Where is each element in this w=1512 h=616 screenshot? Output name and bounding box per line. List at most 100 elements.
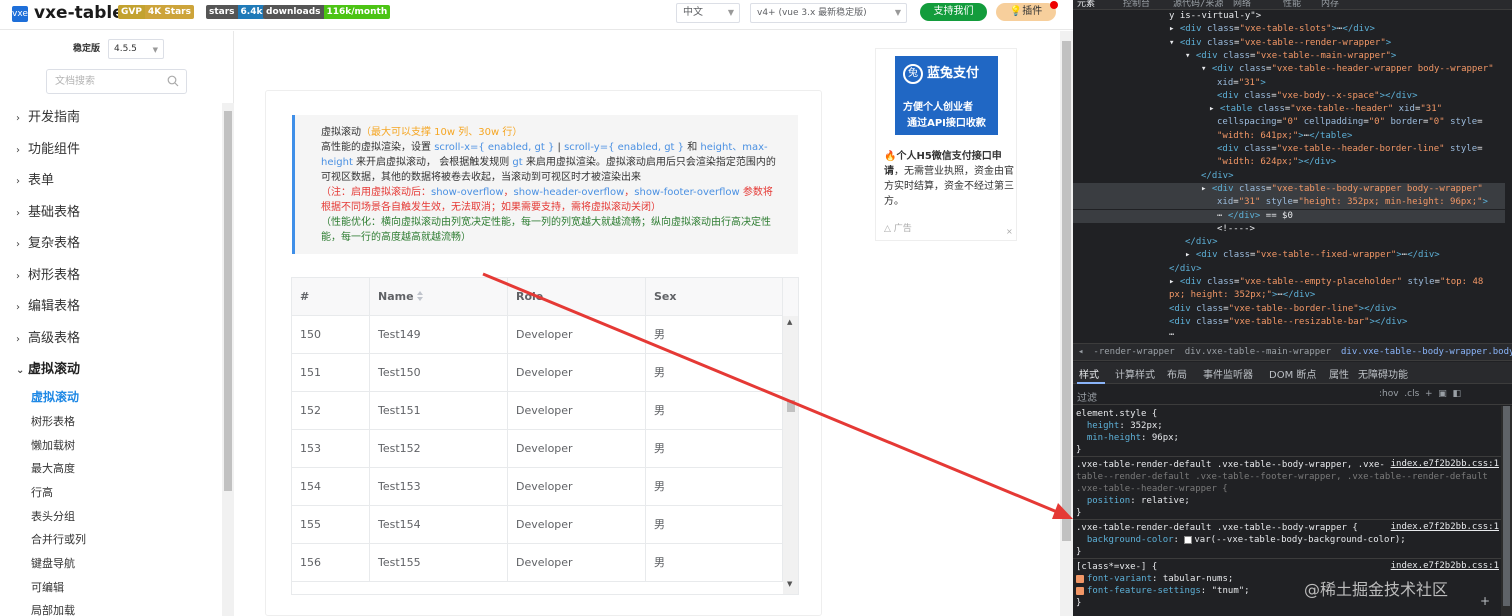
nav-item-advanced-table[interactable]: › 高级表格 — [16, 330, 80, 348]
version-select[interactable]: v4+ (vue 3.x 最新稳定版) ▼ — [750, 3, 907, 23]
styles-tab[interactable]: 属性 — [1329, 366, 1349, 381]
dom-node-line[interactable]: ▾ <div class="vxe-table--header-wrapper … — [1073, 63, 1505, 76]
cell-sex[interactable]: 男 — [646, 544, 783, 582]
cell-name[interactable]: Test151 — [370, 392, 508, 430]
cell-name[interactable]: Test149 — [370, 316, 508, 354]
nav-item-virtual-scroll[interactable]: ⌄ 虚拟滚动 — [16, 361, 80, 379]
nav-item-guide[interactable]: › 开发指南 — [16, 109, 80, 127]
css-property-value[interactable]: relative; — [1141, 496, 1190, 506]
dom-node-line[interactable]: </div> — [1073, 236, 1505, 249]
column-header-seq[interactable]: # — [292, 278, 370, 316]
logo-text[interactable]: vxe-table — [34, 2, 124, 24]
cell-seq[interactable]: 152 — [292, 392, 370, 430]
css-property-name[interactable]: position — [1087, 496, 1130, 506]
downloads-badge[interactable]: downloads 116k/month — [263, 5, 391, 19]
css-source-link[interactable]: index.e7f2b2bb.css:1 — [1391, 459, 1499, 469]
css-property-name[interactable]: font-feature-settings — [1087, 586, 1201, 596]
css-selector[interactable]: table--render-default .vxe-table--footer… — [1076, 471, 1488, 483]
styles-scrollbar[interactable] — [1501, 406, 1512, 616]
css-property-value[interactable]: tabular-nums; — [1163, 574, 1233, 584]
css-selector[interactable]: .vxe-table-render-default .vxe-table--bo… — [1076, 459, 1385, 471]
doc-search[interactable] — [46, 69, 187, 94]
dom-node-line[interactable]: <!----> — [1073, 223, 1505, 236]
css-property-value[interactable]: var(--vxe-table-body-background-color); — [1194, 535, 1405, 545]
cell-seq[interactable]: 155 — [292, 506, 370, 544]
checkbox-icon[interactable] — [1076, 574, 1084, 583]
table-row[interactable]: 155 Test154 Developer 男 — [292, 506, 783, 544]
table-row[interactable]: 156 Test155 Developer 男 — [292, 544, 783, 582]
devtools-tab[interactable]: 源代码/来源 — [1173, 0, 1223, 9]
cell-role[interactable]: Developer — [508, 544, 646, 582]
dom-node-line[interactable]: ⋯ — [1073, 329, 1505, 342]
css-source-link[interactable]: index.e7f2b2bb.css:1 — [1391, 522, 1499, 532]
ad-text[interactable]: 🔥个人H5微信支付接口申请，无需营业执照，资金由官方实时结算，资金不经过第三方。 — [884, 149, 1014, 209]
sub-item-row-height[interactable]: 行高 — [31, 485, 53, 501]
sub-item-merge-cells[interactable]: 合并行或列 — [31, 532, 86, 548]
sort-icon[interactable] — [416, 290, 424, 302]
sidebar-scrollbar-thumb[interactable] — [224, 111, 232, 491]
styles-tab[interactable]: 无障碍功能 — [1358, 366, 1408, 381]
dom-node-line[interactable]: <div class="vxe-body--x-space"></div> — [1073, 90, 1505, 103]
cell-name[interactable]: Test154 — [370, 506, 508, 544]
checkbox-icon[interactable] — [1076, 586, 1084, 595]
devtools-tab[interactable]: 元素 — [1077, 0, 1095, 9]
dom-node-line[interactable]: px; height: 352px;">⋯</div> — [1073, 289, 1505, 302]
ad-banner[interactable]: 兔 蓝兔支付 方便个人创业者 通过API接口收款 — [895, 56, 998, 135]
table-row[interactable]: 153 Test152 Developer 男 — [292, 430, 783, 468]
page-scrollbar-thumb[interactable] — [1062, 41, 1071, 541]
cell-name[interactable]: Test153 — [370, 468, 508, 506]
cell-role[interactable]: Developer — [508, 506, 646, 544]
table-scrollbar-thumb[interactable] — [787, 400, 795, 412]
cell-sex[interactable]: 男 — [646, 392, 783, 430]
css-declaration[interactable]: font-feature-settings: "tnum"; — [1076, 585, 1250, 597]
css-selector[interactable]: [class*=vxe-] { — [1076, 561, 1157, 573]
page-scrollbar[interactable] — [1060, 31, 1073, 616]
styles-scrollbar-thumb[interactable] — [1503, 406, 1510, 606]
cell-role[interactable]: Developer — [508, 316, 646, 354]
filter-input[interactable]: 过滤 — [1077, 389, 1097, 404]
breadcrumb-item[interactable]: div.vxe-table--body-wrapper.body--wrappe… — [1336, 344, 1512, 360]
nav-item-basic-table[interactable]: › 基础表格 — [16, 204, 80, 222]
plugin-button[interactable]: 💡插件 — [996, 3, 1056, 21]
search-input[interactable] — [47, 70, 157, 93]
breadcrumb-item[interactable]: div.vxe-table--main-wrapper — [1180, 344, 1336, 360]
column-header-role[interactable]: Role — [508, 278, 646, 316]
dom-node-line[interactable]: "width: 624px;"></div> — [1073, 156, 1505, 169]
sub-item-keyboard-nav[interactable]: 键盘导航 — [31, 556, 75, 572]
cell-seq[interactable]: 154 — [292, 468, 370, 506]
css-property-name[interactable]: background-color — [1087, 535, 1174, 545]
nav-item-edit-table[interactable]: › 编辑表格 — [16, 298, 80, 316]
close-icon[interactable]: × — [1006, 227, 1013, 236]
css-declaration[interactable]: height: 352px; — [1076, 420, 1163, 432]
sub-item-virtual-scroll[interactable]: 虚拟滚动 — [31, 389, 79, 405]
styles-tab[interactable]: 事件监听器 — [1203, 366, 1253, 381]
search-icon[interactable] — [167, 75, 179, 87]
ad-card[interactable]: 兔 蓝兔支付 方便个人创业者 通过API接口收款 🔥个人H5微信支付接口申请，无… — [875, 48, 1017, 241]
color-swatch-icon[interactable] — [1184, 535, 1193, 544]
dom-node-line[interactable]: "width: 641px;">⋯</table> — [1073, 130, 1505, 143]
css-property-value[interactable]: 96px; — [1152, 433, 1179, 443]
dom-node-line[interactable]: <div class = "vxe-table--header-border-lin… — [1073, 143, 1505, 156]
cell-name[interactable]: Test152 — [370, 430, 508, 468]
cell-sex[interactable]: 男 — [646, 316, 783, 354]
dom-node-line[interactable]: ▾ <div class="vxe-table--main-wrapper"> — [1073, 50, 1505, 63]
dom-node-line[interactable]: xid="31" style="height: 352px; min-heigh… — [1073, 196, 1505, 210]
filter-tools[interactable]: :hov .cls + ▣ ◧ — [1379, 389, 1461, 399]
dom-node-line[interactable]: ▸ <div class="vxe-table-slots">⋯</div> — [1073, 23, 1505, 36]
add-rule-icon[interactable]: + — [1480, 594, 1490, 608]
table-row[interactable]: 150 Test149 Developer 男 — [292, 316, 783, 354]
devtools-tab[interactable]: 控制台 — [1123, 0, 1150, 9]
dom-node-line[interactable]: ⋯ </div> == $0 — [1073, 209, 1505, 223]
breadcrumb-item[interactable]: ◂ — [1073, 344, 1088, 360]
cell-role[interactable]: Developer — [508, 392, 646, 430]
dom-node-line[interactable]: ▸ <div class="vxe-table--empty-placehold… — [1073, 276, 1505, 289]
sub-item-partial-load[interactable]: 局部加载 — [31, 603, 75, 616]
nav-item-complex-table[interactable]: › 复杂表格 — [16, 235, 80, 253]
css-declaration[interactable]: background-color: var(--vxe-table-body-b… — [1076, 534, 1406, 546]
cell-sex[interactable]: 男 — [646, 430, 783, 468]
styles-tab[interactable]: 布局 — [1167, 366, 1187, 381]
gvp-badge[interactable]: GVP 4K Stars — [118, 5, 194, 19]
cell-name[interactable]: Test155 — [370, 544, 508, 582]
css-source-link[interactable]: index.e7f2b2bb.css:1 — [1391, 561, 1499, 571]
dom-node-line[interactable]: <div class="vxe-table--border-line"></di… — [1073, 303, 1505, 316]
